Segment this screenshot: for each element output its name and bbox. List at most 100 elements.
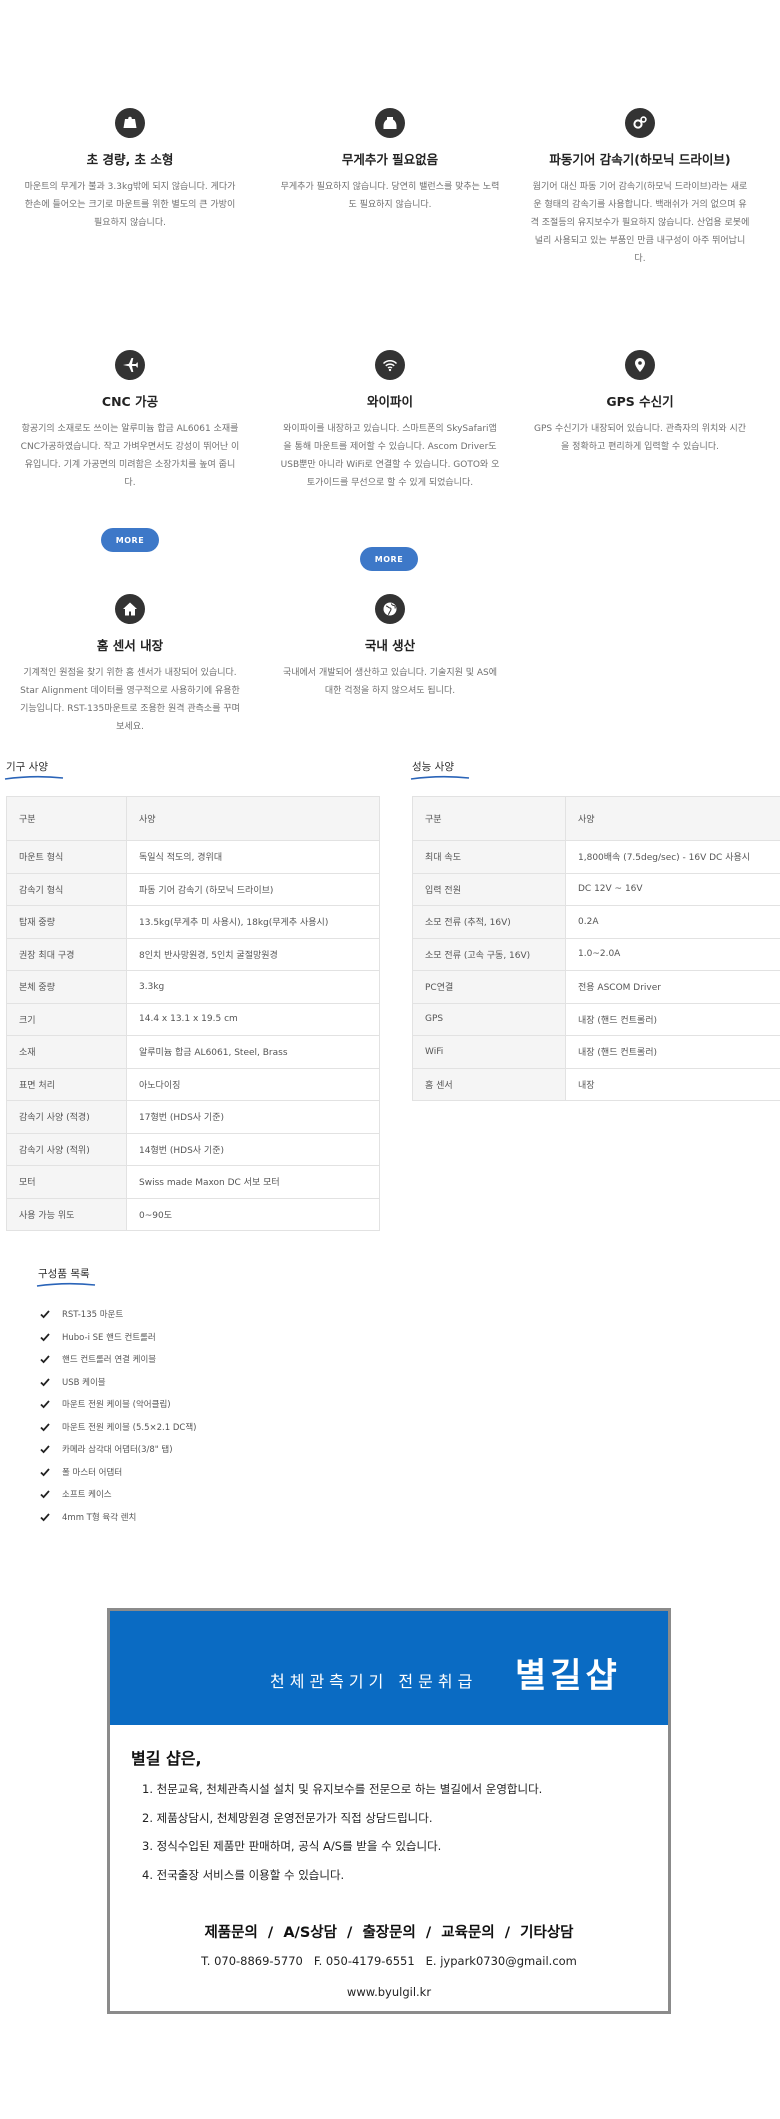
component-item: 소프트 케이스 (40, 1483, 196, 1506)
feature-title: 무게추가 필요없음 (341, 152, 439, 167)
component-item: 마운트 전원 케이블 (악어클립) (40, 1393, 196, 1416)
table-row: WiFi 내장 (핸드 컨트롤러) (412, 1035, 780, 1069)
table-value-cell: 내장 (핸드 컨트롤러) (565, 1035, 780, 1069)
table-label-cell: PC연결 (412, 970, 566, 1004)
title-underline (4, 775, 64, 780)
table-value-cell: 14형번 (HDS사 기준) (126, 1133, 380, 1166)
table-row: 크기 14.4 x 13.1 x 19.5 cm (6, 1003, 380, 1036)
scale-icon (115, 108, 145, 138)
component-item: Hubo-i SE 핸드 컨트롤러 (40, 1326, 196, 1349)
component-label: 4mm T형 육각 렌치 (62, 1512, 137, 1523)
feature-desc: GPS 수신기가 내장되어 있습니다. 관측자의 위치와 시간을 정확하고 편리… (533, 424, 747, 452)
component-label: 폴 마스터 어댑터 (62, 1467, 123, 1478)
feature-desc: 마운트의 무게가 불과 3.3kg밖에 되지 않습니다. 게다가 한손에 들어오… (24, 182, 236, 228)
banner-point: 3. 정식수입된 제품만 판매하며, 공식 A/S를 받을 수 있습니다. (142, 1839, 442, 1854)
shop-banner: 천체관측기기 전문취급 별길샵 별길 샵은, 1. 천문교육, 천체관측시설 설… (107, 1608, 671, 2014)
banner-header: 천체관측기기 전문취급 별길샵 (110, 1611, 668, 1725)
table-label-cell: GPS (412, 1003, 566, 1036)
location-pin-icon (625, 350, 655, 380)
table-row: 탑재 중량 13.5kg(무게추 미 사용시), 18kg(무게추 사용시) (6, 905, 380, 939)
component-item: 카메라 삼각대 어댑터(3/8" 탭) (40, 1438, 196, 1461)
table-value-cell: 1,800배속 (7.5deg/sec) - 16V DC 사용시 (565, 840, 780, 874)
table-row: 권장 최대 구경 8인치 반사망원경, 5인치 굴절망원경 (6, 938, 380, 971)
table-row: GPS 내장 (핸드 컨트롤러) (412, 1003, 780, 1036)
feature-harmonic-drive: 파동기어 감속기(하모닉 드라이브) 웜기어 대신 파동 기어 감속기(하모닉 … (530, 108, 750, 268)
table-value-cell: 내장 (핸드 컨트롤러) (565, 1003, 780, 1036)
components-list: RST-135 마운트 Hubo-i SE 핸드 컨트롤러핸드 컨트롤러 연결 케… (40, 1303, 196, 1528)
component-label: USB 케이블 (62, 1377, 106, 1388)
spec-section-title: 기구 사양 (4, 759, 64, 780)
feature-domestic: 국내 생산 국내에서 개발되어 생산하고 있습니다. 기술지원 및 AS에 대한… (280, 594, 500, 700)
check-icon (40, 1333, 50, 1342)
perf-section-label: 성능 사양 (412, 761, 454, 773)
table-value-cell: 내장 (565, 1068, 780, 1101)
table-value-cell: 0~90도 (126, 1198, 380, 1231)
table-row: 감속기 사양 (적경) 17형번 (HDS사 기준) (6, 1100, 380, 1134)
banner-tagline: 천체관측기기 전문취급 (270, 1672, 478, 1691)
table-value-cell: 전용 ASCOM Driver (565, 970, 780, 1004)
component-label: RST-135 마운트 (62, 1310, 124, 1321)
table-row: 마운트 형식 독일식 적도의, 경위대 (6, 840, 380, 874)
check-icon (40, 1310, 50, 1319)
feature-title: 와이파이 (366, 394, 413, 409)
feature-wifi: 와이파이 와이파이를 내장하고 있습니다. 스마트폰의 SkySafari앱을 … (280, 350, 500, 492)
banner-point: 4. 전국출장 서비스를 이용할 수 있습니다. (142, 1867, 345, 1882)
feature-title: 홈 센서 내장 (96, 638, 164, 653)
table-value-cell: 8인치 반사망원경, 5인치 굴절망원경 (126, 938, 380, 971)
more-button[interactable]: MORE (101, 528, 159, 552)
title-underline (36, 1282, 96, 1287)
table-value-cell: DC 12V ~ 16V (565, 873, 780, 906)
table-value-cell: 1.0~2.0A (565, 938, 780, 971)
table-label-cell: 홈 센서 (412, 1068, 566, 1101)
table-value-cell: 알루미늄 합금 AL6061, Steel, Brass (126, 1035, 380, 1069)
table-label-cell: 최대 속도 (412, 840, 566, 874)
feature-lightweight: 초 경량, 초 소형 마운트의 무게가 불과 3.3kg밖에 되지 않습니다. … (20, 108, 240, 232)
component-label: 마운트 전원 케이블 (5.5×2.1 DC잭) (62, 1422, 197, 1433)
feature-title: 초 경량, 초 소형 (86, 152, 174, 167)
table-row: 입력 전원 DC 12V ~ 16V (412, 873, 780, 906)
banner-brand: 별길샵 (515, 1656, 621, 1696)
check-icon (40, 1490, 50, 1499)
table-header-cell: 구분 (412, 796, 566, 841)
table-value-cell: 독일식 적도의, 경위대 (126, 840, 380, 874)
table-header-cell: 사양 (126, 796, 380, 841)
table-label-cell: 감속기 사양 (적경) (6, 1100, 127, 1134)
component-label: 핸드 컨트롤러 연결 케이블 (62, 1355, 157, 1366)
feature-title: 국내 생산 (364, 638, 416, 653)
component-item: USB 케이블 (40, 1371, 196, 1394)
feature-desc: 웜기어 대신 파동 기어 감속기(하모닉 드라이브)라는 새로운 형태의 감속기… (530, 182, 750, 264)
feature-desc: 무게추가 필요하지 않습니다. 당연히 밸런스를 맞추는 노력도 필요하지 않습… (280, 182, 500, 210)
table-value-cell: 3.3kg (126, 970, 380, 1004)
table-header-row: 구분 사양 (6, 796, 380, 841)
feature-desc: 기계적인 원점을 찾기 위한 홈 센서가 내장되어 있습니다. Star Ali… (20, 668, 240, 732)
table-value-cell: 아노다이징 (126, 1068, 380, 1101)
table-label-cell: 소모 전류 (고속 구동, 16V) (412, 938, 566, 971)
check-icon (40, 1378, 50, 1387)
table-row: 감속기 사양 (적위) 14형번 (HDS사 기준) (6, 1133, 380, 1166)
table-row: 소모 전류 (고속 구동, 16V) 1.0~2.0A (412, 938, 780, 971)
table-label-cell: 본체 중량 (6, 970, 127, 1004)
table-header-cell: 구분 (6, 796, 127, 841)
table-label-cell: 마운트 형식 (6, 840, 127, 874)
table-row: 표면 처리 아노다이징 (6, 1068, 380, 1101)
table-row: 최대 속도 1,800배속 (7.5deg/sec) - 16V DC 사용시 (412, 840, 780, 874)
table-value-cell: 0.2A (565, 905, 780, 939)
table-header-row: 구분 사양 (412, 796, 780, 841)
check-icon (40, 1423, 50, 1432)
perf-table: 구분 사양 최대 속도 1,800배속 (7.5deg/sec) - 16V DC 사… (412, 796, 780, 1101)
globe-icon (375, 594, 405, 624)
check-icon (40, 1468, 50, 1477)
check-icon (40, 1355, 50, 1364)
table-value-cell: 파동 기어 감속기 (하모닉 드라이브) (126, 873, 380, 906)
more-button[interactable]: MORE (360, 547, 418, 571)
table-label-cell: WiFi (412, 1035, 566, 1069)
banner-website[interactable]: www.byulgil.kr (110, 1985, 668, 1999)
weight-icon (375, 108, 405, 138)
table-label-cell: 탑재 중량 (6, 905, 127, 939)
component-item: 폴 마스터 어댑터 (40, 1461, 196, 1484)
table-row: 본체 중량 3.3kg (6, 970, 380, 1004)
table-value-cell: 14.4 x 13.1 x 19.5 cm (126, 1003, 380, 1036)
feature-home-sensor: 홈 센서 내장 기계적인 원점을 찾기 위한 홈 센서가 내장되어 있습니다. … (20, 594, 240, 736)
feature-gps: GPS 수신기 GPS 수신기가 내장되어 있습니다. 관측자의 위치와 시간을… (530, 350, 750, 456)
table-label-cell: 사용 가능 위도 (6, 1198, 127, 1231)
